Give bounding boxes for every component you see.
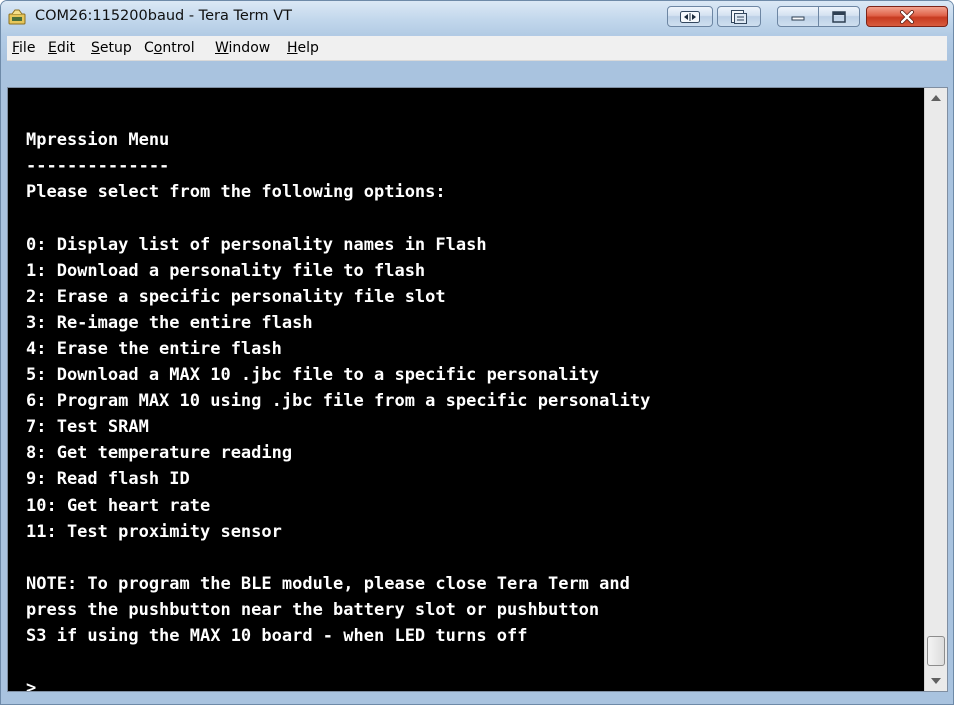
terminal-line: 11: Test proximity sensor	[26, 521, 282, 542]
terminal-line: 1: Download a personality file to flash	[26, 260, 426, 281]
scroll-down-button[interactable]	[925, 671, 947, 691]
copy-icon	[731, 9, 747, 24]
terminal-line: 9: Read flash ID	[26, 469, 190, 490]
minimize-icon	[791, 16, 805, 20]
terminal-line: 4: Erase the entire flash	[26, 338, 282, 359]
title-bar[interactable]: COM26:115200baud - Tera Term VT	[1, 1, 953, 35]
terminal-line: 2: Erase a specific personality file slo…	[26, 286, 446, 307]
menu-help[interactable]: Help	[287, 40, 319, 56]
arrow-up-icon	[931, 95, 941, 101]
menu-file[interactable]: File	[12, 40, 35, 56]
maximize-button[interactable]	[818, 6, 860, 27]
minimize-button[interactable]	[777, 6, 819, 27]
vertical-scrollbar[interactable]	[924, 88, 947, 691]
maximize-icon	[832, 10, 846, 23]
menu-window[interactable]: Window	[215, 40, 270, 56]
terminal-screen[interactable]: Mpression Menu -------------- Please selec…	[8, 88, 924, 691]
arrows-icon	[680, 10, 700, 23]
terminal-line: S3 if using the MAX 10 board - when LED …	[26, 626, 528, 646]
terminal-line: 0: Display list of personality names in …	[26, 234, 487, 255]
menu-edit[interactable]: Edit	[48, 40, 75, 56]
terminal-line: 6: Program MAX 10 using .jbc file from a…	[26, 391, 651, 412]
tera-term-window: COM26:115200baud - Tera Term VT File Edi…	[0, 0, 954, 705]
scroll-up-button[interactable]	[925, 88, 947, 108]
terminal-line: Please select from the following options…	[26, 182, 446, 203]
window-bottom-border	[1, 693, 953, 704]
close-button[interactable]	[866, 6, 948, 27]
terminal-frame: Mpression Menu -------------- Please selec…	[7, 87, 948, 692]
terminal-line: 8: Get temperature reading	[26, 443, 293, 464]
terminal-line: press the pushbutton near the battery sl…	[26, 599, 600, 620]
window-title: COM26:115200baud - Tera Term VT	[35, 8, 292, 24]
terminal-line: 3: Re-image the entire flash	[26, 312, 313, 333]
menu-setup[interactable]: Setup	[91, 40, 132, 56]
scrollbar-thumb[interactable]	[927, 636, 945, 666]
copy-button[interactable]	[717, 6, 761, 27]
terminal-line: NOTE: To program the BLE module, please …	[26, 573, 630, 594]
arrows-button[interactable]	[667, 6, 713, 27]
terminal-line: >	[26, 678, 37, 691]
menu-control[interactable]: Control	[144, 40, 195, 56]
terminal-line: 7: Test SRAM	[26, 417, 149, 438]
tera-term-icon[interactable]	[8, 9, 26, 25]
terminal-line: --------------	[26, 156, 170, 177]
terminal-line: 10: Get heart rate	[26, 495, 211, 516]
arrow-down-icon	[931, 678, 941, 684]
close-icon	[900, 9, 914, 24]
terminal-line: 5: Download a MAX 10 .jbc file to a spec…	[26, 365, 600, 385]
terminal-line: Mpression Menu	[26, 130, 170, 151]
menu-bar: File Edit Setup Control Window Help	[7, 36, 947, 61]
